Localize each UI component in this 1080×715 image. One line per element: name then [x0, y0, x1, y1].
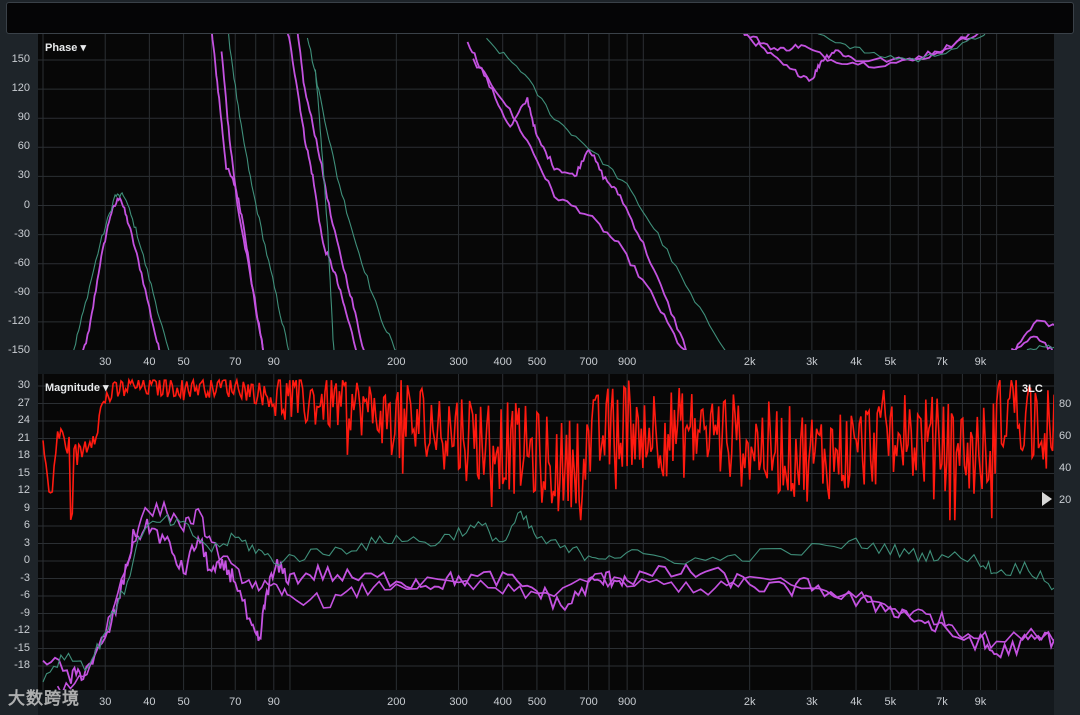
- phase-y-tick: 0: [23, 198, 30, 211]
- phase-y-tick: -30: [14, 227, 30, 240]
- phase-trace-magenta: [472, 58, 686, 350]
- coherence-threshold-handle[interactable]: [1042, 492, 1052, 506]
- magnitude-x-tick: 3k: [806, 696, 818, 708]
- magnitude-x-tick: 300: [449, 696, 468, 708]
- phase-y-tick: 150: [11, 53, 30, 65]
- phase-x-tick: 40: [143, 356, 156, 368]
- phase-y-tick: 30: [17, 169, 30, 182]
- magnitude-x-tick: 700: [579, 696, 598, 708]
- magnitude-y-tick: 24: [17, 414, 30, 426]
- magnitude-graph: [38, 374, 1054, 690]
- phase-x-tick: 5k: [884, 356, 897, 368]
- magnitude-y-tick: 3: [23, 536, 30, 549]
- magnitude-x-tick: 900: [617, 696, 637, 708]
- phase-plot[interactable]: Phase ▾: [38, 34, 1054, 350]
- phase-x-tick: 7k: [936, 356, 948, 368]
- phase-title-dropdown[interactable]: Phase ▾: [45, 41, 86, 54]
- magnitude-y-tick: 12: [17, 484, 30, 496]
- magnitude-y-tick: 27: [17, 396, 30, 409]
- magnitude-y-tick: 0: [23, 554, 30, 566]
- coherence-y-tick: 80: [1059, 398, 1072, 410]
- magnitude-y-tick: -15: [14, 641, 30, 654]
- coherence-trace: [42, 377, 1054, 521]
- magnitude-x-tick: 90: [267, 696, 280, 708]
- magnitude-x-tick: 30: [99, 696, 112, 708]
- magnitude-y-tick: 15: [17, 466, 30, 479]
- phase-trace-magenta: [82, 195, 161, 350]
- phase-trace-magenta: [211, 34, 264, 350]
- phase-x-tick: 50: [177, 356, 190, 368]
- coherence-y-tick: 60: [1059, 430, 1072, 442]
- magnitude-trace-a: [42, 518, 1054, 684]
- phase-y-tick: -90: [14, 285, 30, 298]
- magnitude-y-tick: 18: [17, 449, 30, 461]
- phase-x-tick: 30: [99, 356, 112, 368]
- magnitude-x-tick: 2k: [743, 696, 756, 708]
- phase-x-tick: 9k: [974, 356, 987, 368]
- phase-trace-green: [228, 34, 290, 350]
- phase-y-tick: 90: [17, 111, 30, 124]
- coherence-y-tick: 40: [1059, 462, 1072, 474]
- phase-y-tick: 120: [11, 82, 30, 95]
- phase-x-tick: 900: [617, 356, 637, 368]
- magnitude-x-tick: 70: [229, 696, 242, 708]
- phase-trace-green: [306, 37, 397, 350]
- magnitude-x-tick: 7k: [936, 696, 948, 708]
- magnitude-x-tick: 200: [387, 696, 406, 708]
- magnitude-y-tick: 9: [23, 501, 30, 514]
- phase-x-tick: 400: [493, 356, 512, 368]
- phase-graph: [38, 34, 1054, 350]
- phase-x-tick: 70: [229, 356, 242, 368]
- magnitude-x-tick: 40: [143, 696, 156, 708]
- watermark: 大数跨境: [8, 689, 80, 708]
- phase-x-tick: 4k: [850, 356, 862, 368]
- magnitude-y-tick: 30: [17, 379, 30, 391]
- magnitude-y-tick: -12: [14, 624, 30, 636]
- magnitude-x-tick: 4k: [850, 696, 862, 708]
- magnitude-x-tick: 400: [493, 696, 512, 708]
- magnitude-plot[interactable]: Magnitude ▾ 3LC: [38, 374, 1054, 690]
- phase-trace-magenta: [1010, 335, 1054, 350]
- phase-x-tick: 2k: [743, 356, 756, 368]
- magnitude-y-tick: -3: [20, 571, 30, 584]
- app-window: Phase ▾ Magnitude ▾ 3LC 150 120 90 60 30 0 -30…: [0, 0, 1080, 715]
- coherence-y-tick: 20: [1059, 494, 1072, 506]
- phase-y-tick: -60: [14, 256, 30, 269]
- magnitude-y-tick: 6: [23, 519, 30, 531]
- coherence-badge: 3LC: [1022, 383, 1043, 395]
- magnitude-x-tick: 500: [527, 696, 547, 708]
- top-toolbar: [6, 2, 1074, 34]
- magnitude-y-tick: -18: [14, 659, 30, 671]
- magnitude-y-tick: 21: [17, 431, 30, 444]
- magnitude-title-dropdown[interactable]: Magnitude ▾: [45, 381, 109, 394]
- phase-trace-green: [486, 37, 726, 350]
- phase-y-tick: 60: [17, 140, 30, 153]
- magnitude-right-axis: [1054, 374, 1080, 692]
- phase-x-tick: 700: [579, 356, 598, 368]
- magnitude-y-tick: -6: [20, 589, 30, 601]
- phase-trace-magenta: [296, 34, 365, 350]
- phase-trace-magenta: [466, 41, 687, 350]
- phase-x-tick: 3k: [806, 356, 818, 368]
- magnitude-x-tick: 9k: [974, 696, 987, 708]
- phase-x-tick: 90: [267, 356, 280, 368]
- phase-trace-magenta: [749, 34, 979, 69]
- phase-x-tick: 300: [449, 356, 468, 368]
- phase-trace-magenta: [743, 34, 971, 83]
- phase-y-tick: -120: [7, 314, 30, 327]
- phase-trace-magenta: [1014, 319, 1054, 350]
- magnitude-y-tick: -9: [20, 606, 30, 619]
- magnitude-x-tick: 50: [177, 696, 190, 708]
- phase-x-tick: 200: [387, 356, 406, 368]
- magnitude-x-tick: 5k: [884, 696, 897, 708]
- phase-right-gutter: [1054, 34, 1080, 374]
- phase-x-tick: 500: [527, 356, 547, 368]
- phase-trace-magenta: [287, 34, 357, 350]
- phase-trace-magenta: [220, 51, 264, 350]
- phase-y-tick: -150: [7, 344, 30, 356]
